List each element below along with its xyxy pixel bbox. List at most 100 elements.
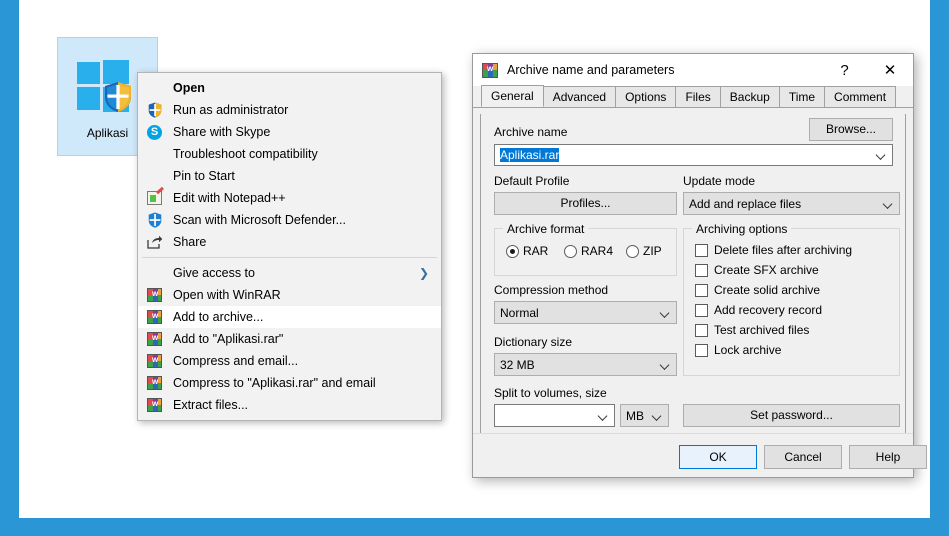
checkbox-delete-files-after-archiving[interactable]: Delete files after archiving: [695, 240, 852, 260]
update-mode-select[interactable]: Add and replace files: [683, 192, 900, 215]
no-icon: [146, 146, 164, 162]
checkbox-test-archived-files[interactable]: Test archived files: [695, 320, 852, 340]
menu-item-label: Edit with Notepad++: [173, 191, 286, 205]
menu-item-pin-to-start[interactable]: Pin to Start: [138, 165, 441, 187]
menu-item-label: Pin to Start: [173, 169, 235, 183]
menu-item-label: Share with Skype: [173, 125, 271, 139]
menu-item-label: Run as administrator: [173, 103, 289, 117]
split-unit-select[interactable]: MB: [620, 404, 669, 427]
menu-item-run-as-administrator[interactable]: Run as administrator: [138, 99, 441, 121]
checkbox-box[interactable]: [695, 243, 708, 257]
menu-item-edit-with-notepadpp[interactable]: Edit with Notepad++: [138, 187, 441, 209]
share-arrow-icon: [146, 234, 164, 250]
tab-files[interactable]: Files: [675, 86, 721, 107]
dialog-tab-bar[interactable]: General Advanced Options Files Backup Ti…: [473, 85, 913, 108]
checkbox-create-solid-archive[interactable]: Create solid archive: [695, 280, 852, 300]
archiving-options-group: Archiving options Delete files after arc…: [683, 222, 900, 376]
checkbox-label: Create SFX archive: [714, 263, 819, 277]
winrar-icon: [146, 309, 164, 325]
checkbox-create-sfx-archive[interactable]: Create SFX archive: [695, 260, 852, 280]
menu-item-give-access-to[interactable]: Give access to ❯: [138, 262, 441, 284]
set-password-button[interactable]: Set password...: [683, 404, 900, 427]
context-menu[interactable]: Open Run as administrator Share with Sky…: [137, 72, 442, 421]
profiles-button[interactable]: Profiles...: [494, 192, 677, 215]
update-mode-value: Add and replace files: [689, 196, 802, 211]
archive-name-input[interactable]: Aplikasi.rar: [494, 144, 893, 166]
dictionary-size-select[interactable]: 32 MB: [494, 353, 677, 376]
radio-rar-label: RAR: [523, 244, 549, 258]
menu-item-open-with-winrar[interactable]: Open with WinRAR: [138, 284, 441, 306]
menu-item-add-to-archive[interactable]: Add to archive...: [138, 306, 441, 328]
checkbox-box[interactable]: [695, 263, 708, 277]
menu-item-add-to-aplikasi-rar[interactable]: Add to "Aplikasi.rar": [138, 328, 441, 350]
winrar-icon: [146, 287, 164, 303]
dictionary-size-value: 32 MB: [500, 357, 535, 372]
checkbox-lock-archive[interactable]: Lock archive: [695, 340, 852, 360]
checkbox-label: Delete files after archiving: [714, 243, 853, 257]
archive-name-value: Aplikasi.rar: [500, 148, 560, 162]
compression-method-value: Normal: [500, 305, 539, 320]
winrar-icon: [146, 397, 164, 413]
uac-shield-icon: [104, 82, 131, 112]
menu-item-share[interactable]: Share: [138, 231, 441, 253]
desktop-icon-label: Aplikasi: [86, 126, 129, 140]
checkbox-label: Add recovery record: [714, 303, 823, 317]
menu-item-label: Add to archive...: [173, 310, 264, 324]
defender-shield-icon: [146, 212, 164, 228]
cancel-button[interactable]: Cancel: [764, 445, 842, 469]
menu-item-label: Compress to "Aplikasi.rar" and email: [173, 376, 376, 390]
checkbox-box[interactable]: [695, 323, 708, 337]
winrar-icon: [481, 62, 498, 78]
archiving-options-label: Archiving options: [692, 222, 792, 236]
default-profile-label: Default Profile: [494, 174, 570, 188]
checkbox-box[interactable]: [695, 343, 708, 357]
tab-time[interactable]: Time: [778, 86, 826, 107]
radio-zip[interactable]: [626, 244, 639, 258]
chevron-down-icon: [661, 308, 670, 317]
checkbox-label: Test archived files: [714, 323, 810, 337]
compression-method-select[interactable]: Normal: [494, 301, 677, 324]
help-titlebar-button[interactable]: ?: [822, 54, 867, 86]
radio-rar[interactable]: [506, 244, 519, 258]
archive-format-label: Archive format: [503, 222, 589, 236]
split-to-volumes-input[interactable]: [494, 404, 615, 427]
dialog-title-bar[interactable]: Archive name and parameters ? ✕: [473, 54, 913, 86]
checkbox-box[interactable]: [695, 283, 708, 297]
checkbox-add-recovery-record[interactable]: Add recovery record: [695, 300, 852, 320]
tab-advanced[interactable]: Advanced: [542, 86, 617, 107]
help-button[interactable]: Help: [849, 445, 927, 469]
windows-app-icon: [76, 56, 139, 118]
no-icon: [146, 265, 164, 281]
ok-button[interactable]: OK: [679, 445, 757, 469]
winrar-icon: [146, 331, 164, 347]
menu-item-compress-and-email[interactable]: Compress and email...: [138, 350, 441, 372]
archive-parameters-dialog: Archive name and parameters ? ✕ General …: [472, 53, 927, 478]
winrar-icon: [146, 353, 164, 369]
menu-item-label: Open: [173, 81, 205, 95]
tab-options[interactable]: Options: [615, 86, 677, 107]
tab-backup[interactable]: Backup: [719, 86, 780, 107]
dictionary-size-label: Dictionary size: [494, 335, 573, 349]
close-icon[interactable]: ✕: [867, 54, 913, 86]
menu-item-scan-with-defender[interactable]: Scan with Microsoft Defender...: [138, 209, 441, 231]
menu-item-extract-files[interactable]: Extract files...: [138, 394, 441, 416]
menu-item-open[interactable]: Open: [138, 77, 441, 99]
menu-item-compress-to-aplikasi-rar-and-email[interactable]: Compress to "Aplikasi.rar" and email: [138, 372, 441, 394]
menu-item-label: Scan with Microsoft Defender...: [173, 213, 346, 227]
menu-item-label: Add to "Aplikasi.rar": [173, 332, 284, 346]
tab-comment[interactable]: Comment: [824, 86, 897, 107]
uac-shield-icon: [146, 102, 164, 118]
menu-item-share-with-skype[interactable]: Share with Skype: [138, 121, 441, 143]
update-mode-label: Update mode: [683, 174, 756, 188]
menu-item-label: Extract files...: [173, 398, 249, 412]
tab-general[interactable]: General: [481, 85, 544, 107]
checkbox-box[interactable]: [695, 303, 708, 317]
checkbox-label: Create solid archive: [714, 283, 821, 297]
browse-button[interactable]: Browse...: [809, 118, 893, 141]
radio-rar4[interactable]: [564, 244, 577, 258]
checkbox-label: Lock archive: [714, 343, 782, 357]
no-icon: [146, 80, 164, 96]
menu-separator: [142, 257, 437, 258]
chevron-down-icon: [653, 411, 662, 420]
menu-item-troubleshoot-compatibility[interactable]: Troubleshoot compatibility: [138, 143, 441, 165]
